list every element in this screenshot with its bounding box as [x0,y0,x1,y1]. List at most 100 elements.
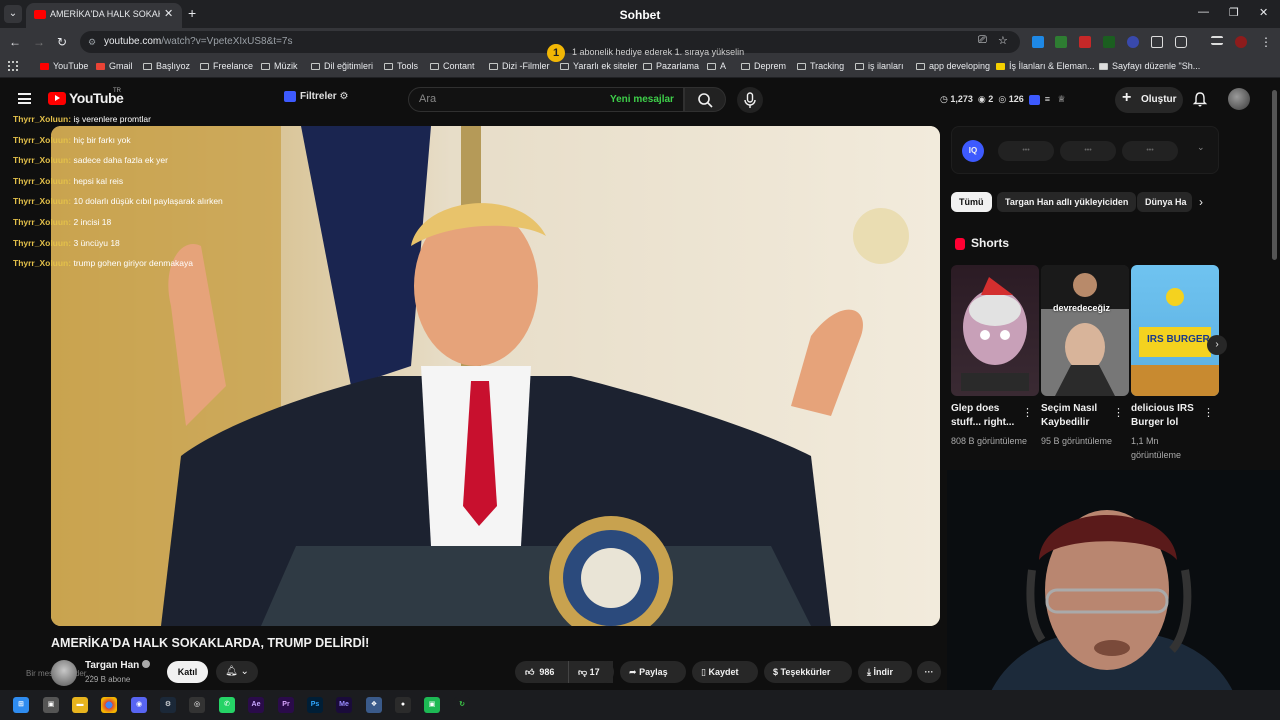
extension-sheet-icon[interactable] [1055,36,1067,48]
close-window-icon[interactable]: ✕ [1259,6,1268,19]
bookmark-folder[interactable]: Dil eğitimleri [311,61,373,71]
after-effects-icon[interactable]: Ae [248,697,264,713]
restore-icon[interactable]: ❐ [1229,6,1239,19]
apps-grid-icon[interactable] [8,61,18,71]
bookmark-folder[interactable]: app developing [916,61,990,71]
extension-grid-icon[interactable] [1151,36,1163,48]
profile-icon[interactable] [1235,36,1247,48]
iq-logo[interactable]: IQ [962,140,984,162]
bookmark-folder[interactable]: Tracking [797,61,844,71]
media-encoder-icon[interactable]: Me [336,697,352,713]
reading-list-icon[interactable] [1211,36,1223,45]
premiere-icon[interactable]: Pr [278,697,294,713]
active-tab[interactable]: AMERİKA'DA HALK SOKAKLARDA ✕ [26,3,182,28]
chrome-icon[interactable] [101,697,117,713]
extension-blue-icon[interactable] [1032,36,1044,48]
more-vertical-icon[interactable]: ⋮ [1022,406,1033,419]
steam-icon[interactable]: ⚙ [160,697,176,713]
short-thumbnail[interactable]: IRS BURGER [1131,265,1219,396]
back-arrow-icon[interactable]: ← [9,35,21,49]
channel-name[interactable]: Targan Han [85,660,151,671]
minimize-icon[interactable]: — [1198,6,1209,18]
list-icon[interactable]: ≡ [1045,94,1050,104]
url-text[interactable]: youtube.com/watch?v=VpeteXIxUS8&t=7s [104,36,292,47]
extension-red-icon[interactable] [1079,36,1091,48]
shorts-next-button[interactable]: › [1207,335,1227,355]
share-button[interactable]: ➦ Paylaş [620,661,686,683]
whatsapp-icon[interactable]: ✆ [219,697,235,713]
app-icon[interactable]: ▣ [424,697,440,713]
dislike-button[interactable]: 👎︎ 17 [568,661,614,683]
bookmark-folder[interactable]: Dizi -Filmler [489,61,550,71]
bookmark-folder[interactable]: Pazarlama [643,61,699,71]
app-icon[interactable]: ❖ [366,697,382,713]
chip-uploader[interactable]: Targan Han adlı yükleyiciden [997,192,1137,212]
thanks-button[interactable]: $ Teşekkürler [764,661,852,683]
site-info-icon[interactable]: ⚙ [88,37,96,48]
discord-icon[interactable]: ◉ [131,697,147,713]
search-button[interactable] [684,87,726,112]
short-title[interactable]: delicious IRS Burger lol [1131,402,1205,430]
search-input[interactable] [419,93,599,105]
bookmark-folder[interactable]: Yararlı ek siteler [560,61,637,71]
new-tab-button[interactable]: + [188,5,196,21]
chevron-right-icon[interactable]: › [1199,195,1203,209]
bookmark-folder[interactable]: Deprem [741,61,786,71]
bookmark-folder[interactable]: Müzik [261,61,298,71]
more-actions-button[interactable]: ··· [917,661,941,683]
extension-green-icon[interactable] [1103,36,1115,48]
cast-icon[interactable]: ⎚ [978,34,987,47]
join-button[interactable]: Katıl [167,661,208,683]
save-button[interactable]: ▯ Kaydet [692,661,758,683]
extension-globe-icon[interactable] [1127,36,1139,48]
create-button[interactable]: + Oluştur [1115,87,1183,113]
filters-button[interactable]: Filtreler ⚙ [284,91,348,102]
download-button[interactable]: ⤓ İndir [858,661,912,683]
new-messages-label[interactable]: Yeni mesajlar [610,94,674,105]
bookmark-folder[interactable]: Başlıyoz [143,61,190,71]
subscription-bell-button[interactable]: 🔔︎ ⌄ [216,661,258,683]
iq-extension-icon[interactable] [1028,94,1040,105]
photoshop-icon[interactable]: Ps [307,697,323,713]
notifications-bell-icon[interactable] [1192,91,1208,107]
bookmark-folder[interactable]: Freelance [200,61,253,71]
bookmark-folder[interactable]: iş ilanları [855,61,904,71]
short-title[interactable]: Seçim Nasıl Kaybedilir [1041,402,1115,430]
chip-all[interactable]: Tümü [951,192,992,212]
bookmark-folder[interactable]: Tools [384,61,418,71]
chevron-down-icon[interactable]: ⌄ [1197,142,1205,153]
chip-world[interactable]: Dünya Ha [1137,192,1192,212]
extension-pill[interactable]: ••• [1122,141,1178,161]
task-view-icon[interactable]: ▣ [43,697,59,713]
more-vertical-icon[interactable]: ⋮ [1203,406,1214,419]
page-scrollbar[interactable] [1272,90,1277,260]
chrome-menu-icon[interactable]: ⋮ [1260,35,1272,49]
trophy-icon[interactable]: ♕ [1058,94,1066,104]
short-title[interactable]: Glep does stuff... right... [951,402,1025,430]
voice-search-button[interactable] [737,87,763,113]
bookmark-item[interactable]: İş İlanları & Eleman... [996,61,1095,71]
tab-list-button[interactable]: ⌄ [4,5,22,23]
obs-icon[interactable]: ◎ [189,697,205,713]
youtube-logo-icon[interactable] [48,92,66,105]
forward-arrow-icon[interactable]: → [33,35,45,49]
bookmark-folder[interactable]: Contant [430,61,475,71]
bookmark-item[interactable]: YouTube [40,61,88,71]
bookmark-item[interactable]: Sayfayı düzenle "Sh... [1099,61,1200,71]
hamburger-menu-icon[interactable] [18,93,31,104]
channel-avatar[interactable] [51,660,77,686]
bookmark-folder[interactable]: A [707,61,726,71]
reload-icon[interactable]: ↻ [57,35,67,49]
bookmark-item[interactable]: Gmail [96,61,133,71]
short-thumbnail[interactable]: devredeceğiz [1041,265,1129,396]
extension-pill[interactable]: ••• [1060,141,1116,161]
extension-pill[interactable]: ••• [998,141,1054,161]
short-thumbnail[interactable] [951,265,1039,396]
more-vertical-icon[interactable]: ⋮ [1113,406,1124,419]
extensions-puzzle-icon[interactable] [1175,36,1187,48]
bookmark-star-icon[interactable]: ☆ [998,34,1008,47]
tab-close-icon[interactable]: ✕ [164,7,173,20]
account-avatar[interactable] [1228,88,1250,110]
file-explorer-icon[interactable]: ▬ [72,697,88,713]
app-icon[interactable]: ● [395,697,411,713]
